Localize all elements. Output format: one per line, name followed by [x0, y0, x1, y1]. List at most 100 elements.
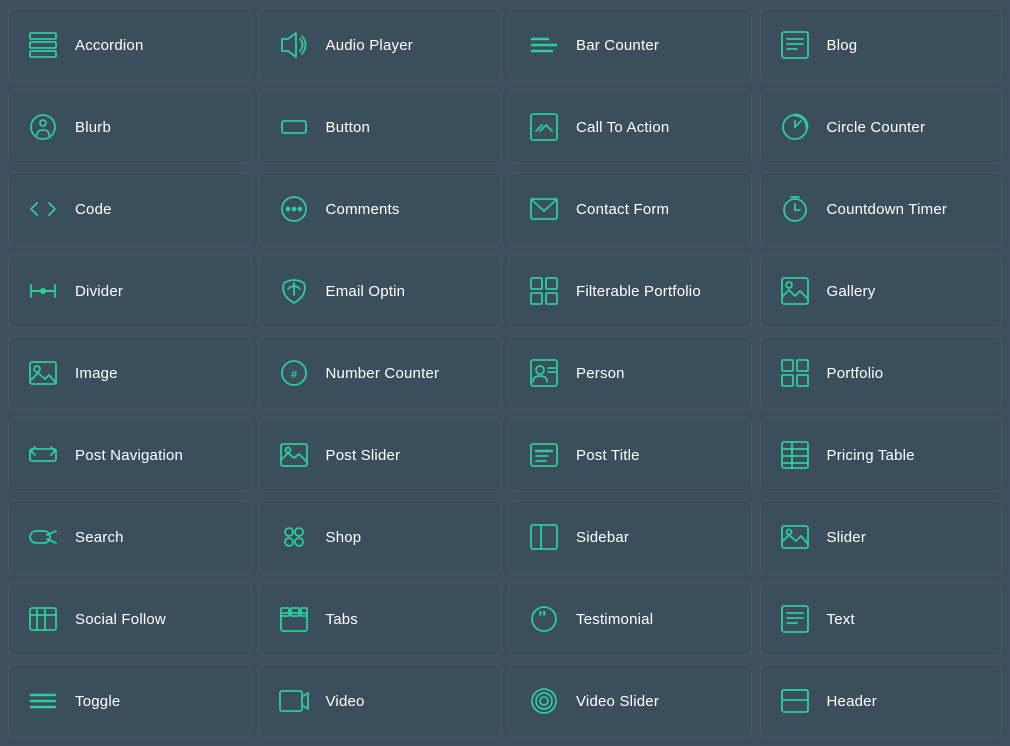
widget-gallery[interactable]: Gallery: [760, 254, 1003, 328]
widget-email-optin[interactable]: Email Optin: [259, 254, 502, 328]
accordion-label: Accordion: [75, 37, 144, 54]
widget-call-to-action[interactable]: Call To Action: [509, 90, 752, 164]
widget-testimonial[interactable]: " Testimonial: [509, 582, 752, 656]
audio-player-label: Audio Player: [326, 37, 413, 54]
widget-countdown-timer[interactable]: Countdown Timer: [760, 172, 1003, 246]
widget-image[interactable]: Image: [8, 336, 251, 410]
slider-icon: [777, 519, 813, 555]
svg-text:#: #: [290, 369, 296, 381]
button-label: Button: [326, 119, 371, 136]
person-icon: [526, 355, 562, 391]
slider-label: Slider: [827, 529, 867, 546]
tabs-label: Tabs: [326, 611, 359, 628]
text-icon: [777, 601, 813, 637]
widget-contact-form[interactable]: Contact Form: [509, 172, 752, 246]
filterable-portfolio-icon: [526, 273, 562, 309]
social-follow-icon: [25, 601, 61, 637]
widget-post-slider[interactable]: Post Slider: [259, 418, 502, 492]
countdown-timer-icon: [777, 191, 813, 227]
widget-blurb[interactable]: Blurb: [8, 90, 251, 164]
divider-label: Divider: [75, 283, 123, 300]
image-icon: [25, 355, 61, 391]
contact-form-label: Contact Form: [576, 201, 669, 218]
toggle-icon: [25, 683, 61, 719]
tabs-icon: [276, 601, 312, 637]
post-title-icon: [526, 437, 562, 473]
divider-icon: [25, 273, 61, 309]
widget-tabs[interactable]: Tabs: [259, 582, 502, 656]
code-icon: [25, 191, 61, 227]
email-optin-label: Email Optin: [326, 283, 406, 300]
sidebar-icon: [526, 519, 562, 555]
widget-blog[interactable]: Blog: [760, 8, 1003, 82]
audio-player-icon: [276, 27, 312, 63]
svg-text:": ": [538, 608, 547, 628]
video-label: Video: [326, 693, 365, 710]
social-follow-label: Social Follow: [75, 611, 166, 628]
widget-toggle[interactable]: Toggle: [8, 664, 251, 738]
countdown-timer-label: Countdown Timer: [827, 201, 948, 218]
widget-comments[interactable]: Comments: [259, 172, 502, 246]
number-counter-icon: #: [276, 355, 312, 391]
pricing-table-label: Pricing Table: [827, 447, 915, 464]
widget-circle-counter[interactable]: Circle Counter: [760, 90, 1003, 164]
header-label: Header: [827, 693, 877, 710]
widget-search[interactable]: Search: [8, 500, 251, 574]
widget-bar-counter[interactable]: Bar Counter: [509, 8, 752, 82]
widget-divider[interactable]: Divider: [8, 254, 251, 328]
header-icon: [777, 683, 813, 719]
widget-header[interactable]: Header: [760, 664, 1003, 738]
number-counter-label: Number Counter: [326, 365, 440, 382]
widget-social-follow[interactable]: Social Follow: [8, 582, 251, 656]
gallery-icon: [777, 273, 813, 309]
person-label: Person: [576, 365, 625, 382]
widget-video[interactable]: Video: [259, 664, 502, 738]
video-icon: [276, 683, 312, 719]
video-slider-label: Video Slider: [576, 693, 659, 710]
code-label: Code: [75, 201, 112, 218]
widget-post-title[interactable]: Post Title: [509, 418, 752, 492]
sidebar-label: Sidebar: [576, 529, 629, 546]
shop-icon: [276, 519, 312, 555]
comments-icon: [276, 191, 312, 227]
video-slider-icon: [526, 683, 562, 719]
comments-label: Comments: [326, 201, 400, 218]
blog-icon: [777, 27, 813, 63]
widget-post-navigation[interactable]: Post Navigation: [8, 418, 251, 492]
search-label: Search: [75, 529, 124, 546]
widget-sidebar[interactable]: Sidebar: [509, 500, 752, 574]
post-slider-label: Post Slider: [326, 447, 401, 464]
blog-label: Blog: [827, 37, 858, 54]
post-navigation-icon: [25, 437, 61, 473]
widget-audio-player[interactable]: Audio Player: [259, 8, 502, 82]
widget-accordion[interactable]: Accordion: [8, 8, 251, 82]
cta-label: Call To Action: [576, 119, 669, 136]
widget-number-counter[interactable]: # Number Counter: [259, 336, 502, 410]
pricing-table-icon: [777, 437, 813, 473]
toggle-label: Toggle: [75, 693, 120, 710]
widget-person[interactable]: Person: [509, 336, 752, 410]
widget-text[interactable]: Text: [760, 582, 1003, 656]
widget-button[interactable]: Button: [259, 90, 502, 164]
widget-video-slider[interactable]: Video Slider: [509, 664, 752, 738]
gallery-label: Gallery: [827, 283, 876, 300]
email-optin-icon: [276, 273, 312, 309]
circle-counter-icon: [777, 109, 813, 145]
testimonial-icon: ": [526, 601, 562, 637]
widget-filterable-portfolio[interactable]: Filterable Portfolio: [509, 254, 752, 328]
accordion-icon: [25, 27, 61, 63]
widget-pricing-table[interactable]: Pricing Table: [760, 418, 1003, 492]
widget-code[interactable]: Code: [8, 172, 251, 246]
post-slider-icon: [276, 437, 312, 473]
widget-portfolio[interactable]: Portfolio: [760, 336, 1003, 410]
bar-counter-icon: [526, 27, 562, 63]
bar-counter-label: Bar Counter: [576, 37, 659, 54]
circle-counter-label: Circle Counter: [827, 119, 926, 136]
portfolio-label: Portfolio: [827, 365, 884, 382]
widget-slider[interactable]: Slider: [760, 500, 1003, 574]
post-navigation-label: Post Navigation: [75, 447, 183, 464]
shop-label: Shop: [326, 529, 362, 546]
widget-shop[interactable]: Shop: [259, 500, 502, 574]
portfolio-icon: [777, 355, 813, 391]
blurb-label: Blurb: [75, 119, 111, 136]
